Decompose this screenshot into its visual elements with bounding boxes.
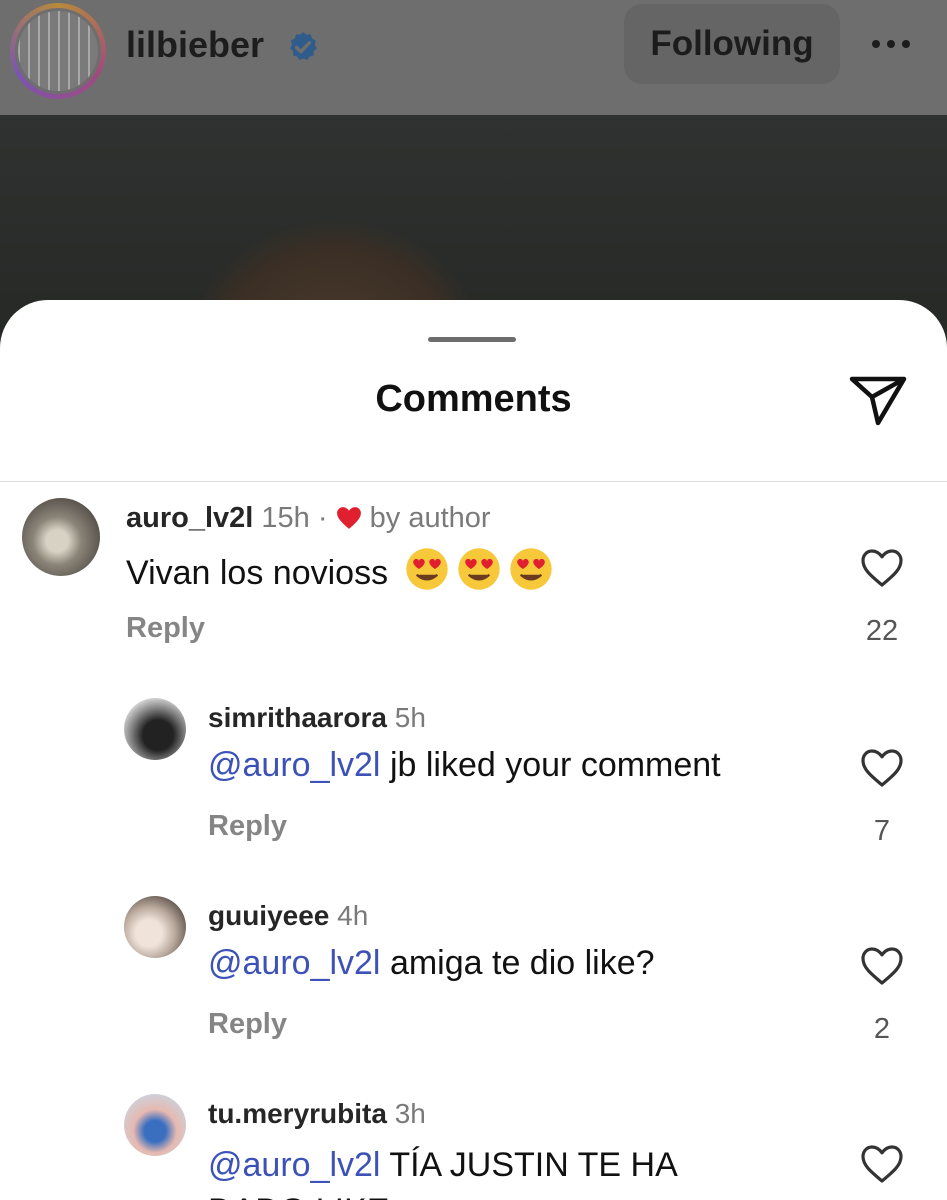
comment-time: 15h (261, 502, 310, 534)
comment-item: auro_lv2l 15h · by author Vivan los novi… (0, 490, 947, 660)
comment-username[interactable]: auro_lv2l (126, 502, 253, 534)
following-button[interactable]: Following (624, 4, 840, 84)
comment-body: @auro_lv2l TÍA JUSTIN TE HA DADO LIKE (208, 1142, 678, 1200)
like-count: 22 (865, 615, 899, 647)
reply-button[interactable]: Reply (126, 612, 205, 645)
comment-body: @auro_lv2l amiga te dio like? (208, 944, 655, 983)
heart-outline-icon[interactable] (860, 748, 904, 788)
avatar[interactable] (124, 698, 186, 760)
meta-separator: · (317, 502, 328, 534)
comment-reply-item: tu.meryrubita 3h @auro_lv2l TÍA JUSTIN T… (0, 1086, 947, 1200)
heart-eyes-emoji-icon (509, 548, 552, 590)
comment-time: 4h (337, 900, 369, 931)
reply-button[interactable]: Reply (208, 1008, 287, 1041)
comment-username[interactable]: guuiyeee (208, 900, 329, 931)
heart-outline-icon[interactable] (860, 946, 904, 986)
like-count: 2 (873, 1013, 891, 1045)
comment-username[interactable]: tu.meryrubita (208, 1098, 387, 1129)
sheet-drag-handle[interactable] (428, 337, 516, 342)
avatar[interactable] (22, 498, 100, 576)
comment-text: Vivan los novioss (126, 554, 389, 592)
mention-link[interactable]: @auro_lv2l (208, 944, 381, 982)
comment-time: 3h (394, 1098, 426, 1129)
more-options-icon[interactable] (872, 34, 922, 54)
author-badge: by author (369, 502, 491, 534)
comment-meta: tu.meryrubita 3h (208, 1098, 426, 1130)
comment-text: jb liked your comment (380, 746, 721, 784)
send-icon[interactable] (848, 373, 908, 427)
heart-eyes-emoji-icon (405, 548, 448, 590)
comment-body: Vivan los novioss (126, 546, 554, 593)
comment-body: @auro_lv2l jb liked your comment (208, 746, 721, 785)
sheet-title: Comments (375, 378, 572, 420)
comment-meta: simrithaarora 5h (208, 702, 426, 734)
profile-username[interactable]: lilbieber (126, 24, 264, 66)
reply-button[interactable]: Reply (208, 810, 287, 843)
comment-meta: auro_lv2l 15h · by author (126, 502, 491, 535)
avatar[interactable] (124, 1094, 186, 1156)
profile-avatar-image (15, 8, 101, 94)
comments-sheet: Comments auro_lv2l 15h · by author Vivan… (0, 300, 947, 1200)
comment-text-line-2: DADO LIKE (208, 1192, 389, 1200)
heart-outline-icon[interactable] (860, 1144, 904, 1184)
verified-badge-icon (290, 32, 317, 61)
comment-reply-item: simrithaarora 5h @auro_lv2l jb liked you… (0, 690, 947, 860)
mention-link[interactable]: @auro_lv2l (208, 746, 381, 784)
comment-text: TÍA JUSTIN TE HA (380, 1146, 678, 1184)
comment-text: amiga te dio like? (380, 944, 655, 982)
mention-link[interactable]: @auro_lv2l (208, 1146, 381, 1184)
heart-eyes-emoji-icon (457, 548, 500, 590)
comment-time: 5h (394, 702, 426, 733)
comment-reply-item: guuiyeee 4h @auro_lv2l amiga te dio like… (0, 888, 947, 1058)
profile-avatar[interactable] (10, 3, 106, 99)
avatar[interactable] (124, 896, 186, 958)
heart-outline-icon[interactable] (860, 548, 904, 588)
comment-meta: guuiyeee 4h (208, 900, 368, 932)
comment-username[interactable]: simrithaarora (208, 702, 387, 733)
heart-filled-icon (336, 507, 361, 529)
like-count: 7 (873, 815, 891, 847)
post-header: lilbieber Following (0, 0, 947, 115)
header-divider (0, 481, 947, 482)
